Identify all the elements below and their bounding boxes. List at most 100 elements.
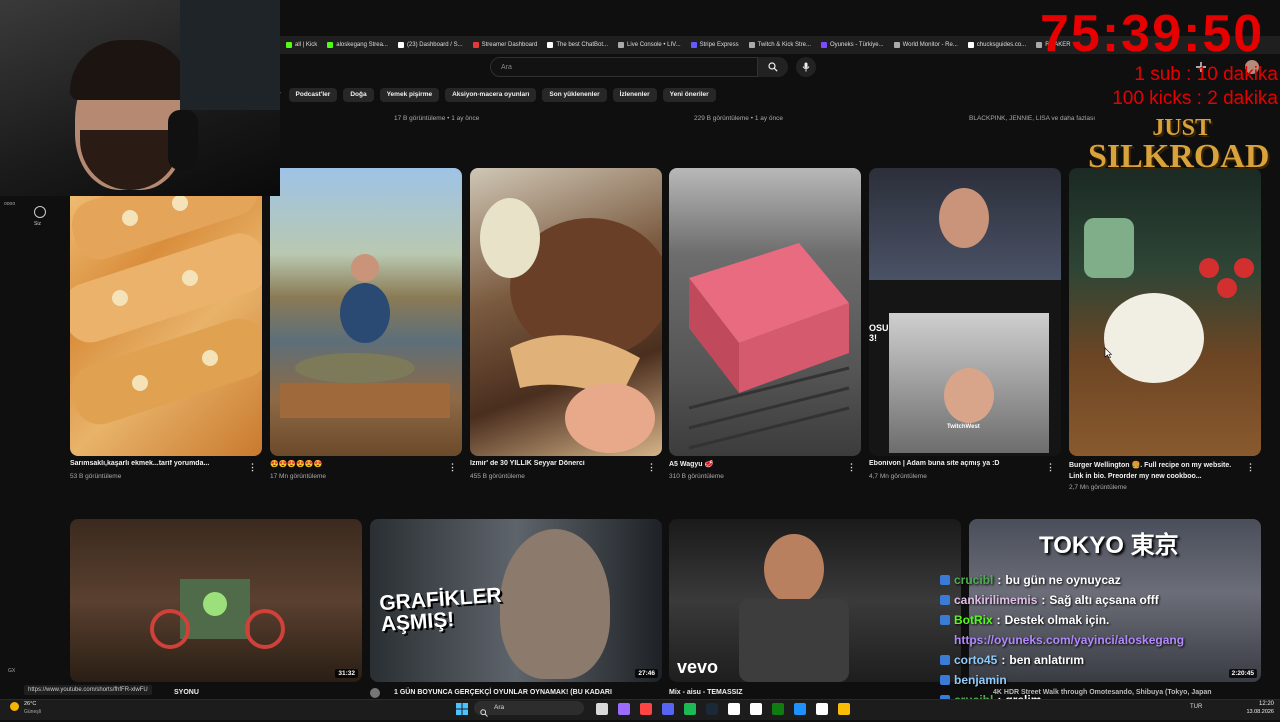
doner-image [480, 198, 662, 453]
vevo-logo: vevo [677, 657, 719, 677]
chat-message: https://oyuneks.com/yayinci/aloskegang [940, 630, 1260, 650]
search-button[interactable] [758, 57, 788, 77]
bookmark-item[interactable]: Oyuneks - Türkiye... [821, 42, 884, 48]
chat-badge-icon [940, 675, 950, 685]
bookmark-item[interactable]: all | Kick [286, 42, 317, 48]
mic-icon [802, 62, 810, 72]
chat-text: https://oyuneks.com/yayinci/aloskegang [954, 633, 1185, 647]
chat-text: bu gün ne oynuycaz [1005, 573, 1121, 587]
taskbar-app-icon[interactable] [618, 703, 630, 715]
more-options-icon[interactable]: ⋮ [1046, 462, 1055, 473]
chat-message: crucibl: bu gün ne oynuycaz [940, 570, 1260, 590]
clock-time[interactable]: 12:20 [1240, 701, 1274, 707]
wagyu-image [688, 243, 850, 450]
bookmark-item[interactable]: chucksguides.co... [967, 42, 1027, 48]
video-thumbnail[interactable]: vevo [669, 519, 961, 682]
bookmark-label: World Monitor - Re... [902, 42, 958, 48]
voice-search-button[interactable] [796, 57, 816, 77]
chat-username: cankirilimemis [954, 593, 1038, 607]
more-options-icon[interactable]: ⋮ [1246, 462, 1255, 473]
short-title[interactable]: İzmir' de 30 YILLIK Seyyar Dönerci [470, 460, 650, 467]
short-title[interactable]: A5 Wagyu 🥩 [669, 460, 849, 468]
short-title[interactable]: Sarımsaklı,kaşarlı ekmek...tarif yorumda… [70, 460, 250, 467]
taskbar-app-icon[interactable] [640, 703, 652, 715]
taskbar-app-icon[interactable] [794, 703, 806, 715]
bookmark-label: chucksguides.co... [976, 42, 1027, 48]
short-thumbnail[interactable] [669, 168, 861, 456]
taskbar-app-icon[interactable] [728, 703, 740, 715]
windows-start-icon[interactable] [456, 702, 468, 720]
weather-icon[interactable] [10, 702, 19, 711]
short-thumbnail[interactable] [270, 168, 462, 456]
more-options-icon[interactable]: ⋮ [847, 462, 856, 473]
category-chip[interactable]: İzlenenler [612, 88, 657, 102]
category-chip[interactable]: Doğa [343, 88, 374, 102]
taskbar-app-icon[interactable] [706, 703, 718, 715]
bookmark-favicon-icon [472, 42, 479, 48]
chat-message: BotRix: Destek olmak için. [940, 610, 1260, 630]
you-icon[interactable] [34, 206, 46, 218]
search-icon [768, 62, 778, 72]
short-views: 17 Mn görüntüleme [270, 473, 327, 480]
short-thumbnail[interactable] [470, 168, 662, 456]
category-chip[interactable]: Yeni öneriler [662, 88, 716, 102]
bookmark-item[interactable]: Stripe Express [690, 42, 739, 48]
video-duration: 31:32 [335, 669, 358, 678]
prev-video-meta: 17 B görüntüleme • 1 ay önce [394, 115, 480, 122]
short-thumbnail[interactable] [1069, 168, 1261, 456]
bookmark-item[interactable]: aloskegang Strea... [327, 42, 388, 48]
category-chip[interactable]: Podcast'ler [288, 88, 338, 102]
video-title[interactable]: Mix - aisu - TEMASSIZ [669, 689, 743, 696]
chat-badge-icon [940, 655, 950, 665]
chat-text: Sağ altı açsana offf [1049, 593, 1159, 607]
bookmark-label: (23) Dashboard / S... [406, 42, 463, 48]
taskbar-app-icon[interactable] [684, 703, 696, 715]
webcam-overlay [0, 0, 280, 196]
bookmark-favicon-icon [618, 42, 625, 48]
video-title[interactable]: SYONU [174, 689, 199, 696]
taskbar-app-icon[interactable] [772, 703, 784, 715]
short-title[interactable]: Ebonivon | Adam buna site açmış ya :D [869, 460, 1049, 467]
bookmark-item[interactable]: Twitch & Kick Stre... [748, 42, 811, 48]
bookmark-item[interactable]: (23) Dashboard / S... [397, 42, 463, 48]
video-title[interactable]: 1 GÜN BOYUNCA GERÇEKÇİ OYUNLAR OYNAMAK! … [394, 689, 612, 696]
more-options-icon[interactable]: ⋮ [248, 462, 257, 473]
video-thumbnail[interactable]: 31:32 [70, 519, 362, 682]
silkroad-logo: JUST SILKROAD [1088, 115, 1270, 175]
short-thumbnail[interactable]: OSU 3! TwitchWest [869, 168, 1061, 456]
category-chip[interactable]: Yemek pişirme [379, 88, 440, 102]
taskbar-app-icon[interactable] [816, 703, 828, 715]
chat-badge-icon [940, 595, 950, 605]
category-chip[interactable]: Aksiyon-macera oyunları [445, 88, 537, 102]
taskbar-search[interactable]: Ara [474, 701, 584, 715]
channel-avatar[interactable] [370, 688, 380, 698]
bookmark-label: Twitch & Kick Stre... [757, 42, 811, 48]
bookmark-item[interactable]: World Monitor - Re... [893, 42, 958, 48]
chat-badge-icon [940, 575, 950, 585]
short-title[interactable]: Burger Wellington 🍔. Full recipe on my w… [1069, 460, 1239, 482]
short-thumbnail[interactable] [70, 168, 262, 456]
more-options-icon[interactable]: ⋮ [448, 462, 457, 473]
video-thumbnail[interactable]: GRAFİKLER AŞMIŞ! 27:46 [370, 519, 662, 682]
taskbar-app-icon[interactable] [596, 703, 608, 715]
category-chip[interactable]: Son yüklenenler [542, 88, 607, 102]
more-options-icon[interactable]: ⋮ [647, 462, 656, 473]
short-title[interactable]: 😍😍😍😍😍😍 [270, 460, 450, 468]
taskbar-app-icon[interactable] [750, 703, 762, 715]
short-views: 53 B görüntüleme [70, 473, 122, 480]
taskbar-app-icon[interactable] [662, 703, 674, 715]
clock-date[interactable]: 13.08.2026 [1236, 709, 1274, 715]
bookmark-item[interactable]: Live Console • LIV... [618, 42, 681, 48]
status-url: https://www.youtube.com/shorts/fhfFR-xlw… [24, 685, 152, 695]
chat-badge-icon [940, 615, 950, 625]
prev-video-meta: 229 B görüntüleme • 1 ay önce [694, 115, 784, 122]
search-input[interactable]: Ara [490, 57, 758, 77]
language-indicator[interactable]: TUR [1190, 704, 1202, 710]
category-chips: rPodcast'lerDoğaYemek pişirmeAksiyon-mac… [276, 88, 716, 102]
video-overlay-text: GRAFİKLER AŞMIŞ! [378, 583, 503, 637]
taskbar-app-icon[interactable] [838, 703, 850, 715]
chat-message: cankirilimemis: Sağ altı açsana offf [940, 590, 1260, 610]
bookmark-item[interactable]: The best ChatBot... [547, 42, 608, 48]
bookmark-item[interactable]: Streamer Dashboard [472, 42, 537, 48]
subathon-timer: 75:39:50 [1040, 5, 1265, 63]
